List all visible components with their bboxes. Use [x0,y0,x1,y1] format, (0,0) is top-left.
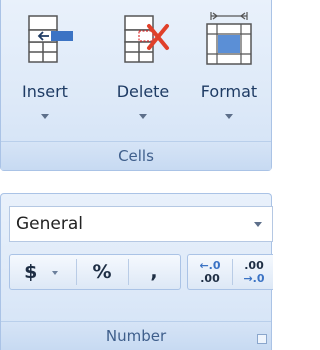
percent-label: % [92,261,112,283]
comma-style-button[interactable]: , [132,255,176,289]
insert-button[interactable]: Insert [7,10,83,132]
decrease-decimal-button[interactable]: .00 →.0 [234,255,274,289]
delete-button[interactable]: Delete [105,10,181,132]
chevron-down-icon [254,222,262,227]
format-dropdown-arrow [225,114,233,119]
number-format-value: General [16,214,83,234]
cells-group: Insert Delete Format Cells [0,0,272,171]
delete-cells-icon [105,10,181,74]
cells-group-label: Cells [1,141,271,170]
divider [76,259,77,285]
delete-dropdown-arrow [139,114,147,119]
decimal-buttons: ←.0 .00 .00 →.0 [187,254,273,290]
format-label: Format [200,82,258,101]
decrease-decimal-bottom: →.0 [243,272,265,285]
divider [232,259,233,285]
insert-label: Insert [22,82,68,101]
insert-dropdown-arrow [41,114,49,119]
delete-label: Delete [116,82,170,101]
increase-decimal-bottom: .00 [200,272,220,285]
dialog-launcher-icon[interactable] [257,334,267,344]
format-button[interactable]: Format [191,10,267,132]
percent-style-button[interactable]: % [80,255,124,289]
number-format-buttons: $ % , [9,254,181,290]
accounting-format-button[interactable]: $ [14,255,68,289]
increase-decimal-button[interactable]: ←.0 .00 [190,255,230,289]
increase-decimal-top: ←.0 [199,259,221,272]
number-group-label: Number [1,321,271,350]
divider [128,259,129,285]
insert-cells-icon [7,10,83,74]
decrease-decimal-top: .00 [244,259,264,272]
format-cells-icon [191,10,267,74]
number-format-dropdown[interactable]: General [9,206,273,242]
comma-label: , [150,261,158,283]
currency-label: $ [24,261,38,283]
accounting-dropdown-icon[interactable] [51,270,58,275]
number-group: General $ % , ←.0 .00 .00 →.0 Number [0,193,273,350]
